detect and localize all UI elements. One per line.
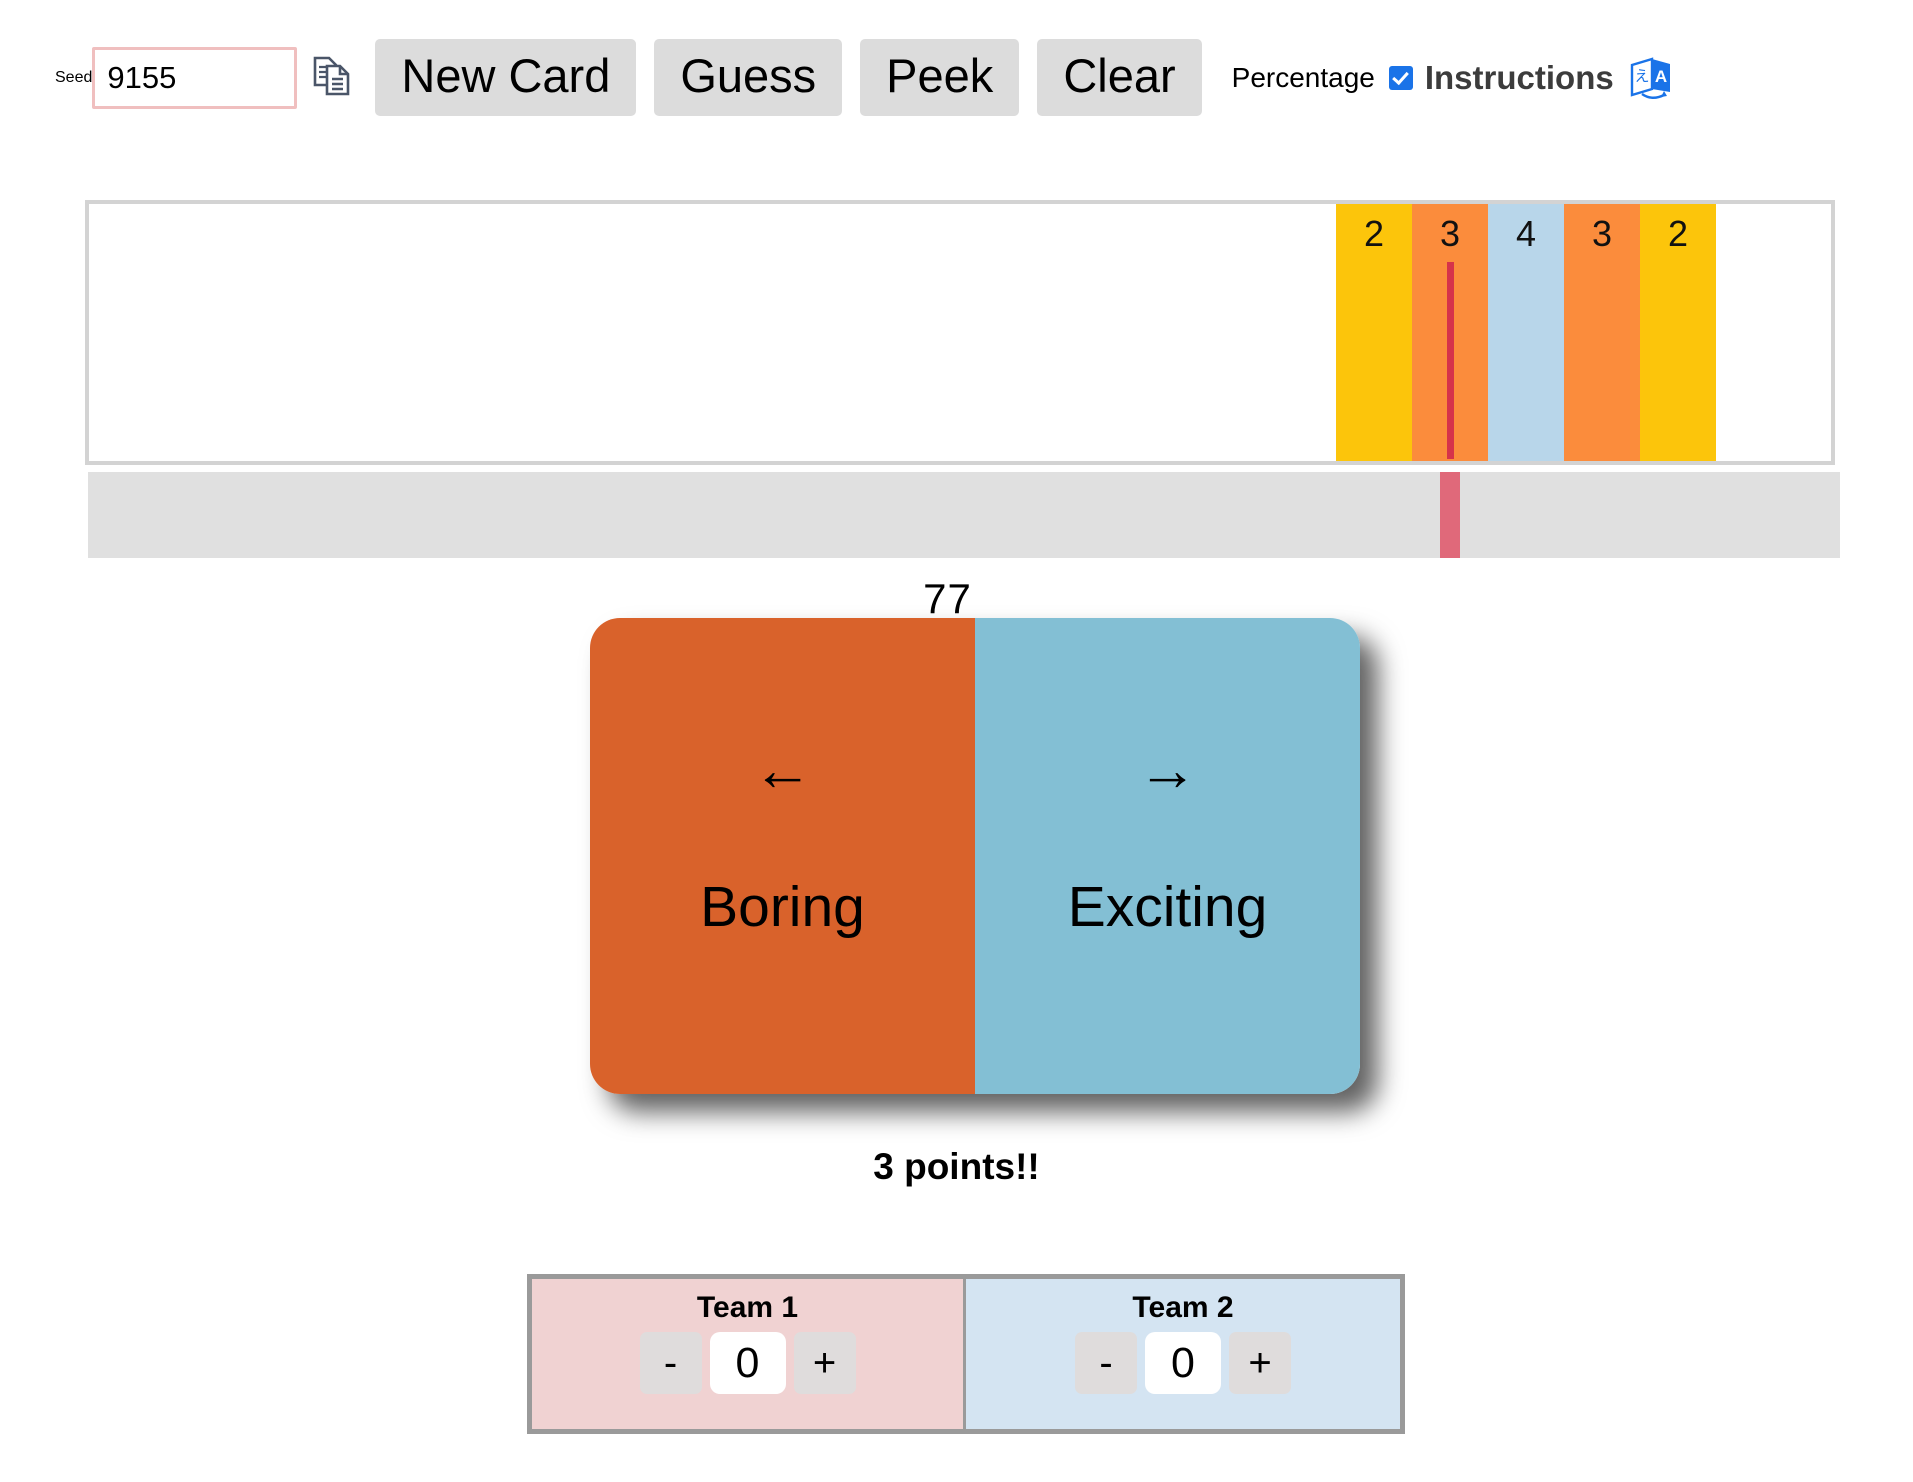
team-panel-1: Team 1 - 0 + <box>532 1279 966 1429</box>
card-value-text: 77 <box>923 575 972 622</box>
team1-increment-button[interactable]: + <box>793 1332 856 1394</box>
left-arrow-icon: ← <box>752 736 813 803</box>
spectrum-panel[interactable]: 2 3 4 3 2 <box>85 200 1835 465</box>
card-value-label: 77 <box>0 575 1913 623</box>
card-left-half: ← Boring <box>590 618 975 1094</box>
team-panel-2: Team 2 - 0 + <box>966 1279 1400 1429</box>
score-band-label: 2 <box>1667 213 1689 254</box>
peek-button[interactable]: Peek <box>860 38 1020 117</box>
new-card-button[interactable]: New Card <box>375 38 637 117</box>
team2-increment-button[interactable]: + <box>1229 1332 1291 1394</box>
svg-text:え: え <box>1634 67 1649 85</box>
score-band: 4 <box>1488 204 1564 461</box>
target-marker <box>1446 262 1454 459</box>
card-right-word: Exciting <box>1067 875 1268 939</box>
toolbar: Seed New Card Guess Peek Clear Percentag… <box>0 0 1913 155</box>
team2-score-value[interactable]: 0 <box>1145 1332 1221 1394</box>
percentage-label: Percentage <box>1231 61 1375 93</box>
score-band-label: 4 <box>1515 213 1537 254</box>
seed-input[interactable] <box>92 46 298 109</box>
percentage-checkbox[interactable] <box>1388 65 1413 90</box>
team-name-2: Team 2 <box>1132 1291 1234 1324</box>
team-name-1: Team 1 <box>696 1291 799 1324</box>
clear-button[interactable]: Clear <box>1037 38 1202 117</box>
score-band: 3 <box>1564 204 1640 461</box>
guess-button[interactable]: Guess <box>654 38 843 117</box>
score-band-label: 3 <box>1591 213 1613 254</box>
score-band: 2 <box>1336 204 1412 461</box>
team-controls-1: - 0 + <box>639 1332 856 1394</box>
copy-seed-button[interactable] <box>309 53 355 103</box>
card-right-half: → Exciting <box>975 618 1360 1094</box>
svg-text:A: A <box>1655 67 1667 86</box>
guess-track[interactable] <box>88 472 1840 558</box>
right-arrow-icon: → <box>1137 736 1198 803</box>
score-bands: 2 3 4 3 2 <box>1336 204 1716 461</box>
points-result-text: 3 points!! <box>873 1146 1040 1187</box>
team2-decrement-button[interactable]: - <box>1075 1332 1137 1394</box>
score-band: 3 <box>1412 204 1488 461</box>
card-left-word: Boring <box>700 875 865 939</box>
team1-score-value[interactable]: 0 <box>709 1332 786 1394</box>
guess-marker[interactable] <box>1440 472 1460 558</box>
team1-decrement-button[interactable]: - <box>639 1332 702 1394</box>
team-controls-2: - 0 + <box>1075 1332 1291 1394</box>
score-band: 2 <box>1640 204 1716 461</box>
score-band-label: 2 <box>1363 213 1385 254</box>
copy-documents-icon <box>312 54 352 101</box>
google-translate-icon[interactable]: え A <box>1628 55 1674 101</box>
instructions-label: Instructions <box>1424 58 1614 96</box>
spectrum-card[interactable]: ← Boring → Exciting <box>590 618 1360 1094</box>
seed-label: Seed <box>55 68 93 86</box>
scoreboard: Team 1 - 0 + Team 2 - 0 + <box>527 1274 1405 1434</box>
